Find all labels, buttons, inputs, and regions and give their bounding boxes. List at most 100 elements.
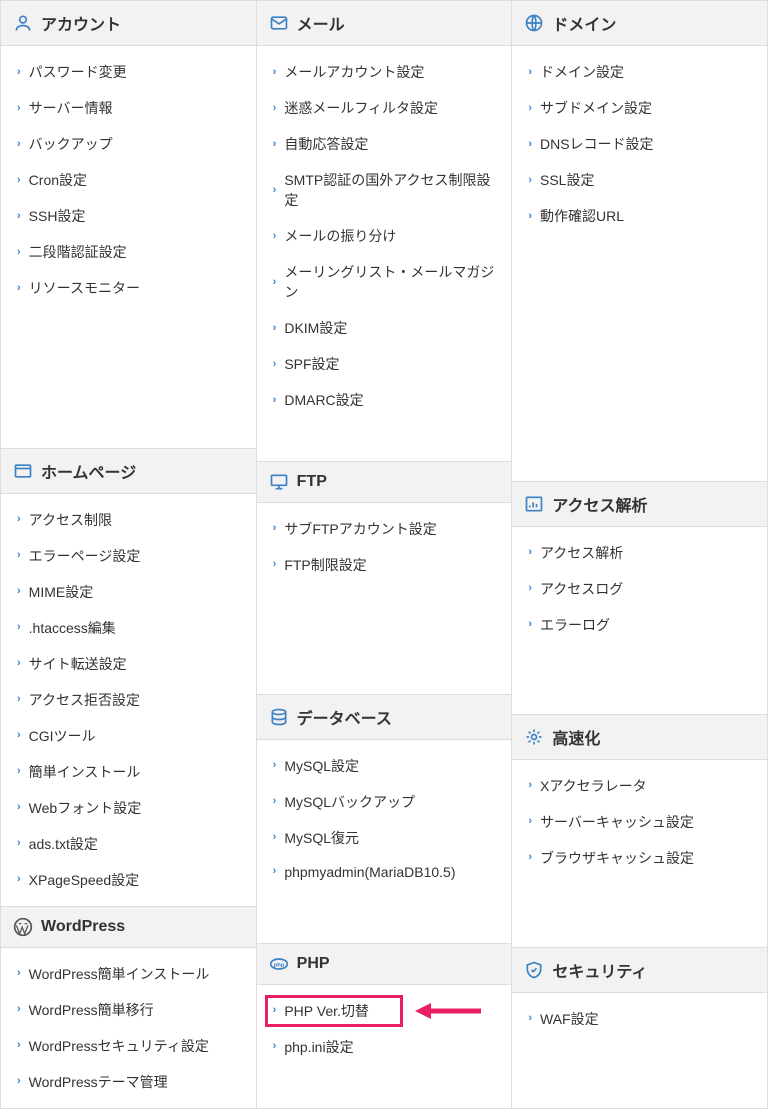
menu-item[interactable]: ›ドメイン設定	[512, 54, 767, 90]
chevron-right-icon: ›	[17, 175, 21, 186]
menu-item[interactable]: › WordPress簡単移行	[1, 992, 256, 1028]
chevron-right-icon: ›	[273, 760, 277, 771]
menu-item[interactable]: ›SSH設定	[1, 198, 256, 234]
menu-item[interactable]: ›迷惑メールフィルタ設定	[257, 90, 512, 126]
section-header-php: phpPHP	[257, 944, 513, 985]
menu-item[interactable]: ›サブドメイン設定	[512, 90, 767, 126]
menu-item[interactable]: ›メールアカウント設定	[257, 54, 512, 90]
menu-item[interactable]: ›phpmyadmin(MariaDB10.5)	[257, 856, 512, 888]
menu-item[interactable]: ›DNSレコード設定	[512, 126, 767, 162]
menu-item[interactable]: ›ads.txt設定	[1, 826, 256, 862]
database-icon	[269, 707, 289, 727]
section-items: ›パスワード変更›サーバー情報›バックアップ›Cron設定›SSH設定›二段階認…	[1, 46, 257, 449]
menu-item[interactable]: ›WordPress簡単インストール	[1, 956, 256, 992]
menu-item[interactable]: ›XPageSpeed設定	[1, 862, 256, 898]
menu-item-label: SSH設定	[29, 206, 86, 226]
menu-item[interactable]: › メーリングリスト・メールマガジン	[257, 254, 512, 310]
chevron-right-icon: ›	[17, 247, 21, 258]
section-header-security: セキュリティ	[512, 948, 768, 993]
section-items: ›MySQL設定›MySQLバックアップ›MySQL復元›phpmyadmin(…	[257, 740, 513, 944]
section-header-database: データベース	[257, 695, 513, 740]
menu-item[interactable]: ›FTP制限設定	[257, 547, 512, 583]
menu-item[interactable]: ›エラーページ設定	[1, 538, 256, 574]
chevron-right-icon: ›	[528, 1013, 532, 1024]
menu-item[interactable]: ›.htaccess編集	[1, 610, 256, 646]
menu-item[interactable]: ›MySQLバックアップ	[257, 784, 512, 820]
monitor-icon	[269, 472, 289, 492]
php-icon: php	[269, 954, 289, 974]
menu-item[interactable]: ›SSL設定	[512, 162, 767, 198]
menu-item-label: PHP Ver.切替	[284, 1001, 369, 1021]
menu-item-label: php.ini設定	[284, 1037, 353, 1057]
menu-item[interactable]: ›Xアクセラレータ	[512, 768, 767, 804]
menu-item[interactable]: ›アクセス制限	[1, 502, 256, 538]
menu-item-label: DKIM設定	[284, 318, 347, 338]
menu-item-label: DNSレコード設定	[540, 134, 654, 154]
section-title: WordPress	[41, 918, 125, 936]
menu-item[interactable]: ›SPF設定	[257, 346, 512, 382]
settings-column: ドメイン›ドメイン設定›サブドメイン設定›DNSレコード設定›SSL設定›動作確…	[512, 1, 768, 1109]
menu-item[interactable]: ›WAF設定	[512, 1001, 767, 1037]
menu-item-label: WordPress簡単移行	[29, 1000, 154, 1020]
chevron-right-icon: ›	[17, 550, 21, 561]
menu-item[interactable]: ›WordPressテーマ管理	[1, 1064, 256, 1100]
menu-item[interactable]: › PHP Ver.切替	[257, 993, 512, 1029]
chevron-right-icon: ›	[273, 277, 277, 288]
menu-item[interactable]: ›動作確認URL	[512, 198, 767, 234]
chevron-right-icon: ›	[528, 175, 532, 186]
menu-item[interactable]: ›アクセスログ	[512, 571, 767, 607]
menu-item[interactable]: ›パスワード変更	[1, 54, 256, 90]
menu-item[interactable]: ›DMARC設定	[257, 382, 512, 418]
menu-item[interactable]: ›アクセス解析	[512, 535, 767, 571]
chevron-right-icon: ›	[273, 103, 277, 114]
section-title: アクセス解析	[552, 492, 647, 516]
chevron-right-icon: ›	[17, 1004, 21, 1015]
menu-item[interactable]: ›簡単インストール	[1, 754, 256, 790]
chevron-right-icon: ›	[273, 185, 277, 196]
menu-item-label: サイト転送設定	[29, 654, 127, 674]
wordpress-icon	[13, 917, 33, 937]
menu-item[interactable]: ›サーバー情報	[1, 90, 256, 126]
menu-item-label: Webフォント設定	[29, 798, 142, 818]
menu-item-label: サブドメイン設定	[540, 98, 652, 118]
menu-item[interactable]: › 自動応答設定	[257, 126, 512, 162]
menu-item[interactable]: ›サブFTPアカウント設定	[257, 511, 512, 547]
chevron-right-icon: ›	[17, 968, 21, 979]
menu-item[interactable]: ›リソースモニター	[1, 270, 256, 306]
settings-column: アカウント›パスワード変更›サーバー情報›バックアップ›Cron設定›SSH設定…	[1, 1, 257, 1109]
section-items: ›WAF設定	[512, 993, 768, 1109]
chevron-right-icon: ›	[273, 1005, 277, 1016]
menu-item[interactable]: ›メールの振り分け	[257, 218, 512, 254]
menu-item[interactable]: ›アクセス拒否設定	[1, 682, 256, 718]
menu-item-label: メーリングリスト・メールマガジン	[284, 262, 495, 302]
menu-item[interactable]: ›Webフォント設定	[1, 790, 256, 826]
menu-item[interactable]: ›二段階認証設定	[1, 234, 256, 270]
menu-item[interactable]: ›バックアップ	[1, 126, 256, 162]
chevron-right-icon: ›	[528, 547, 532, 558]
section-items: ›メールアカウント設定›迷惑メールフィルタ設定›自動応答設定›SMTP認証の国外…	[257, 46, 513, 462]
menu-item-label: CGIツール	[29, 726, 96, 746]
menu-item-label: サーバー情報	[29, 98, 113, 118]
menu-item[interactable]: ›サイト転送設定	[1, 646, 256, 682]
chevron-right-icon: ›	[17, 1076, 21, 1087]
menu-item-label: ドメイン設定	[540, 62, 624, 82]
menu-item[interactable]: ›エラーログ	[512, 607, 767, 643]
menu-item[interactable]: ›ブラウザキャッシュ設定	[512, 840, 767, 876]
menu-item[interactable]: ›サーバーキャッシュ設定	[512, 804, 767, 840]
menu-item[interactable]: ›WordPressセキュリティ設定	[1, 1028, 256, 1064]
section-items: ›Xアクセラレータ›サーバーキャッシュ設定›ブラウザキャッシュ設定	[512, 760, 768, 948]
menu-item[interactable]: ›SMTP認証の国外アクセス制限設定	[257, 162, 512, 218]
menu-item[interactable]: ›MySQL復元	[257, 820, 512, 856]
menu-item[interactable]: ›Cron設定	[1, 162, 256, 198]
chevron-right-icon: ›	[273, 139, 277, 150]
chevron-right-icon: ›	[273, 67, 277, 78]
menu-item[interactable]: ›CGIツール	[1, 718, 256, 754]
menu-item-label: DMARC設定	[284, 390, 363, 410]
menu-item[interactable]: ›php.ini設定	[257, 1029, 512, 1065]
menu-item-label: 自動応答設定	[284, 134, 368, 154]
menu-item[interactable]: ›MIME設定	[1, 574, 256, 610]
chevron-right-icon: ›	[273, 559, 277, 570]
chevron-right-icon: ›	[273, 832, 277, 843]
menu-item[interactable]: ›DKIM設定	[257, 310, 512, 346]
menu-item[interactable]: ›MySQL設定	[257, 748, 512, 784]
